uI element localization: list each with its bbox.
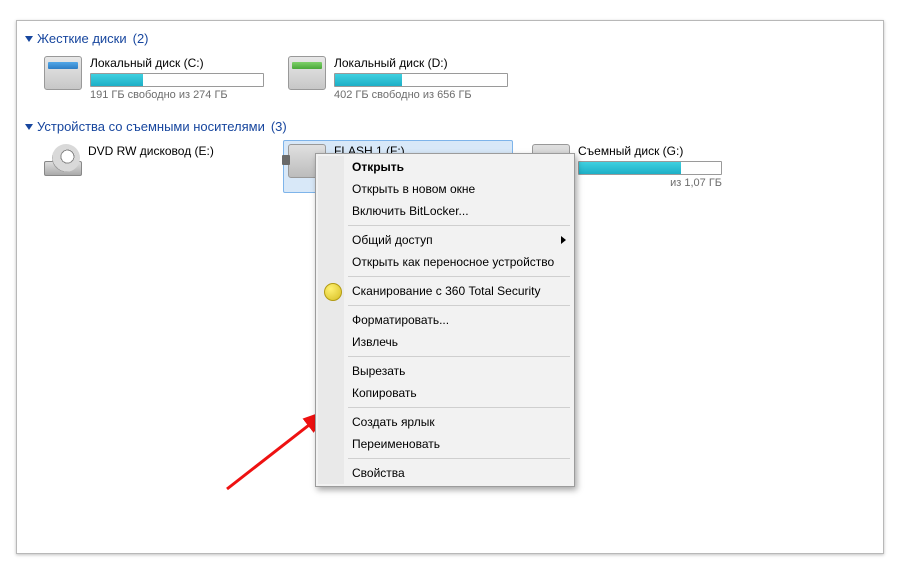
drive-label: Съемный диск (G:) [578,144,722,158]
separator [348,276,570,277]
group-header-removable[interactable]: Устройства со съемными носителями (3) [25,119,875,134]
menu-bitlocker[interactable]: Включить BitLocker... [318,200,572,222]
separator [348,305,570,306]
context-menu: Открыть Открыть в новом окне Включить Bi… [315,153,575,487]
drive-label: DVD RW дисковод (E:) [88,144,264,158]
menu-properties[interactable]: Свойства [318,462,572,484]
menu-share[interactable]: Общий доступ [318,229,572,251]
chevron-down-icon [25,124,33,130]
group-header-hdd[interactable]: Жесткие диски (2) [25,31,875,46]
separator [348,407,570,408]
drive-label: Локальный диск (C:) [90,56,264,70]
explorer-panel: Жесткие диски (2) Локальный диск (C:) 19… [16,20,884,554]
menu-copy[interactable]: Копировать [318,382,572,404]
separator [348,458,570,459]
usage-bar [334,73,508,87]
group-count: (2) [133,31,149,46]
drive-d[interactable]: Локальный диск (D:) 402 ГБ свободно из 6… [283,52,513,105]
menu-portable-device[interactable]: Открыть как переносное устройство [318,251,572,273]
drive-free: 402 ГБ свободно из 656 ГБ [334,89,508,101]
menu-cut[interactable]: Вырезать [318,360,572,382]
menu-eject[interactable]: Извлечь [318,331,572,353]
usage-bar [578,161,722,175]
separator [348,225,570,226]
menu-scan-360[interactable]: Сканирование с 360 Total Security [318,280,572,302]
drive-c[interactable]: Локальный диск (C:) 191 ГБ свободно из 2… [39,52,269,105]
group-count: (3) [271,119,287,134]
drive-free: из 1,07 ГБ [578,177,722,189]
menu-format[interactable]: Форматировать... [318,309,572,331]
chevron-down-icon [25,36,33,42]
shield-icon [324,283,342,301]
submenu-arrow-icon [561,236,566,244]
drive-free: 191 ГБ свободно из 274 ГБ [90,89,264,101]
group-title: Жесткие диски [37,31,127,46]
menu-create-shortcut[interactable]: Создать ярлык [318,411,572,433]
drive-label: Локальный диск (D:) [334,56,508,70]
hdd-icon [288,56,326,90]
menu-rename[interactable]: Переименовать [318,433,572,455]
dvd-icon [44,144,80,176]
drive-e-dvd[interactable]: DVD RW дисковод (E:) [39,140,269,193]
group-title: Устройства со съемными носителями [37,119,265,134]
menu-open-new-window[interactable]: Открыть в новом окне [318,178,572,200]
usage-bar [90,73,264,87]
separator [348,356,570,357]
hdd-icon [44,56,82,90]
menu-open[interactable]: Открыть [318,156,572,178]
